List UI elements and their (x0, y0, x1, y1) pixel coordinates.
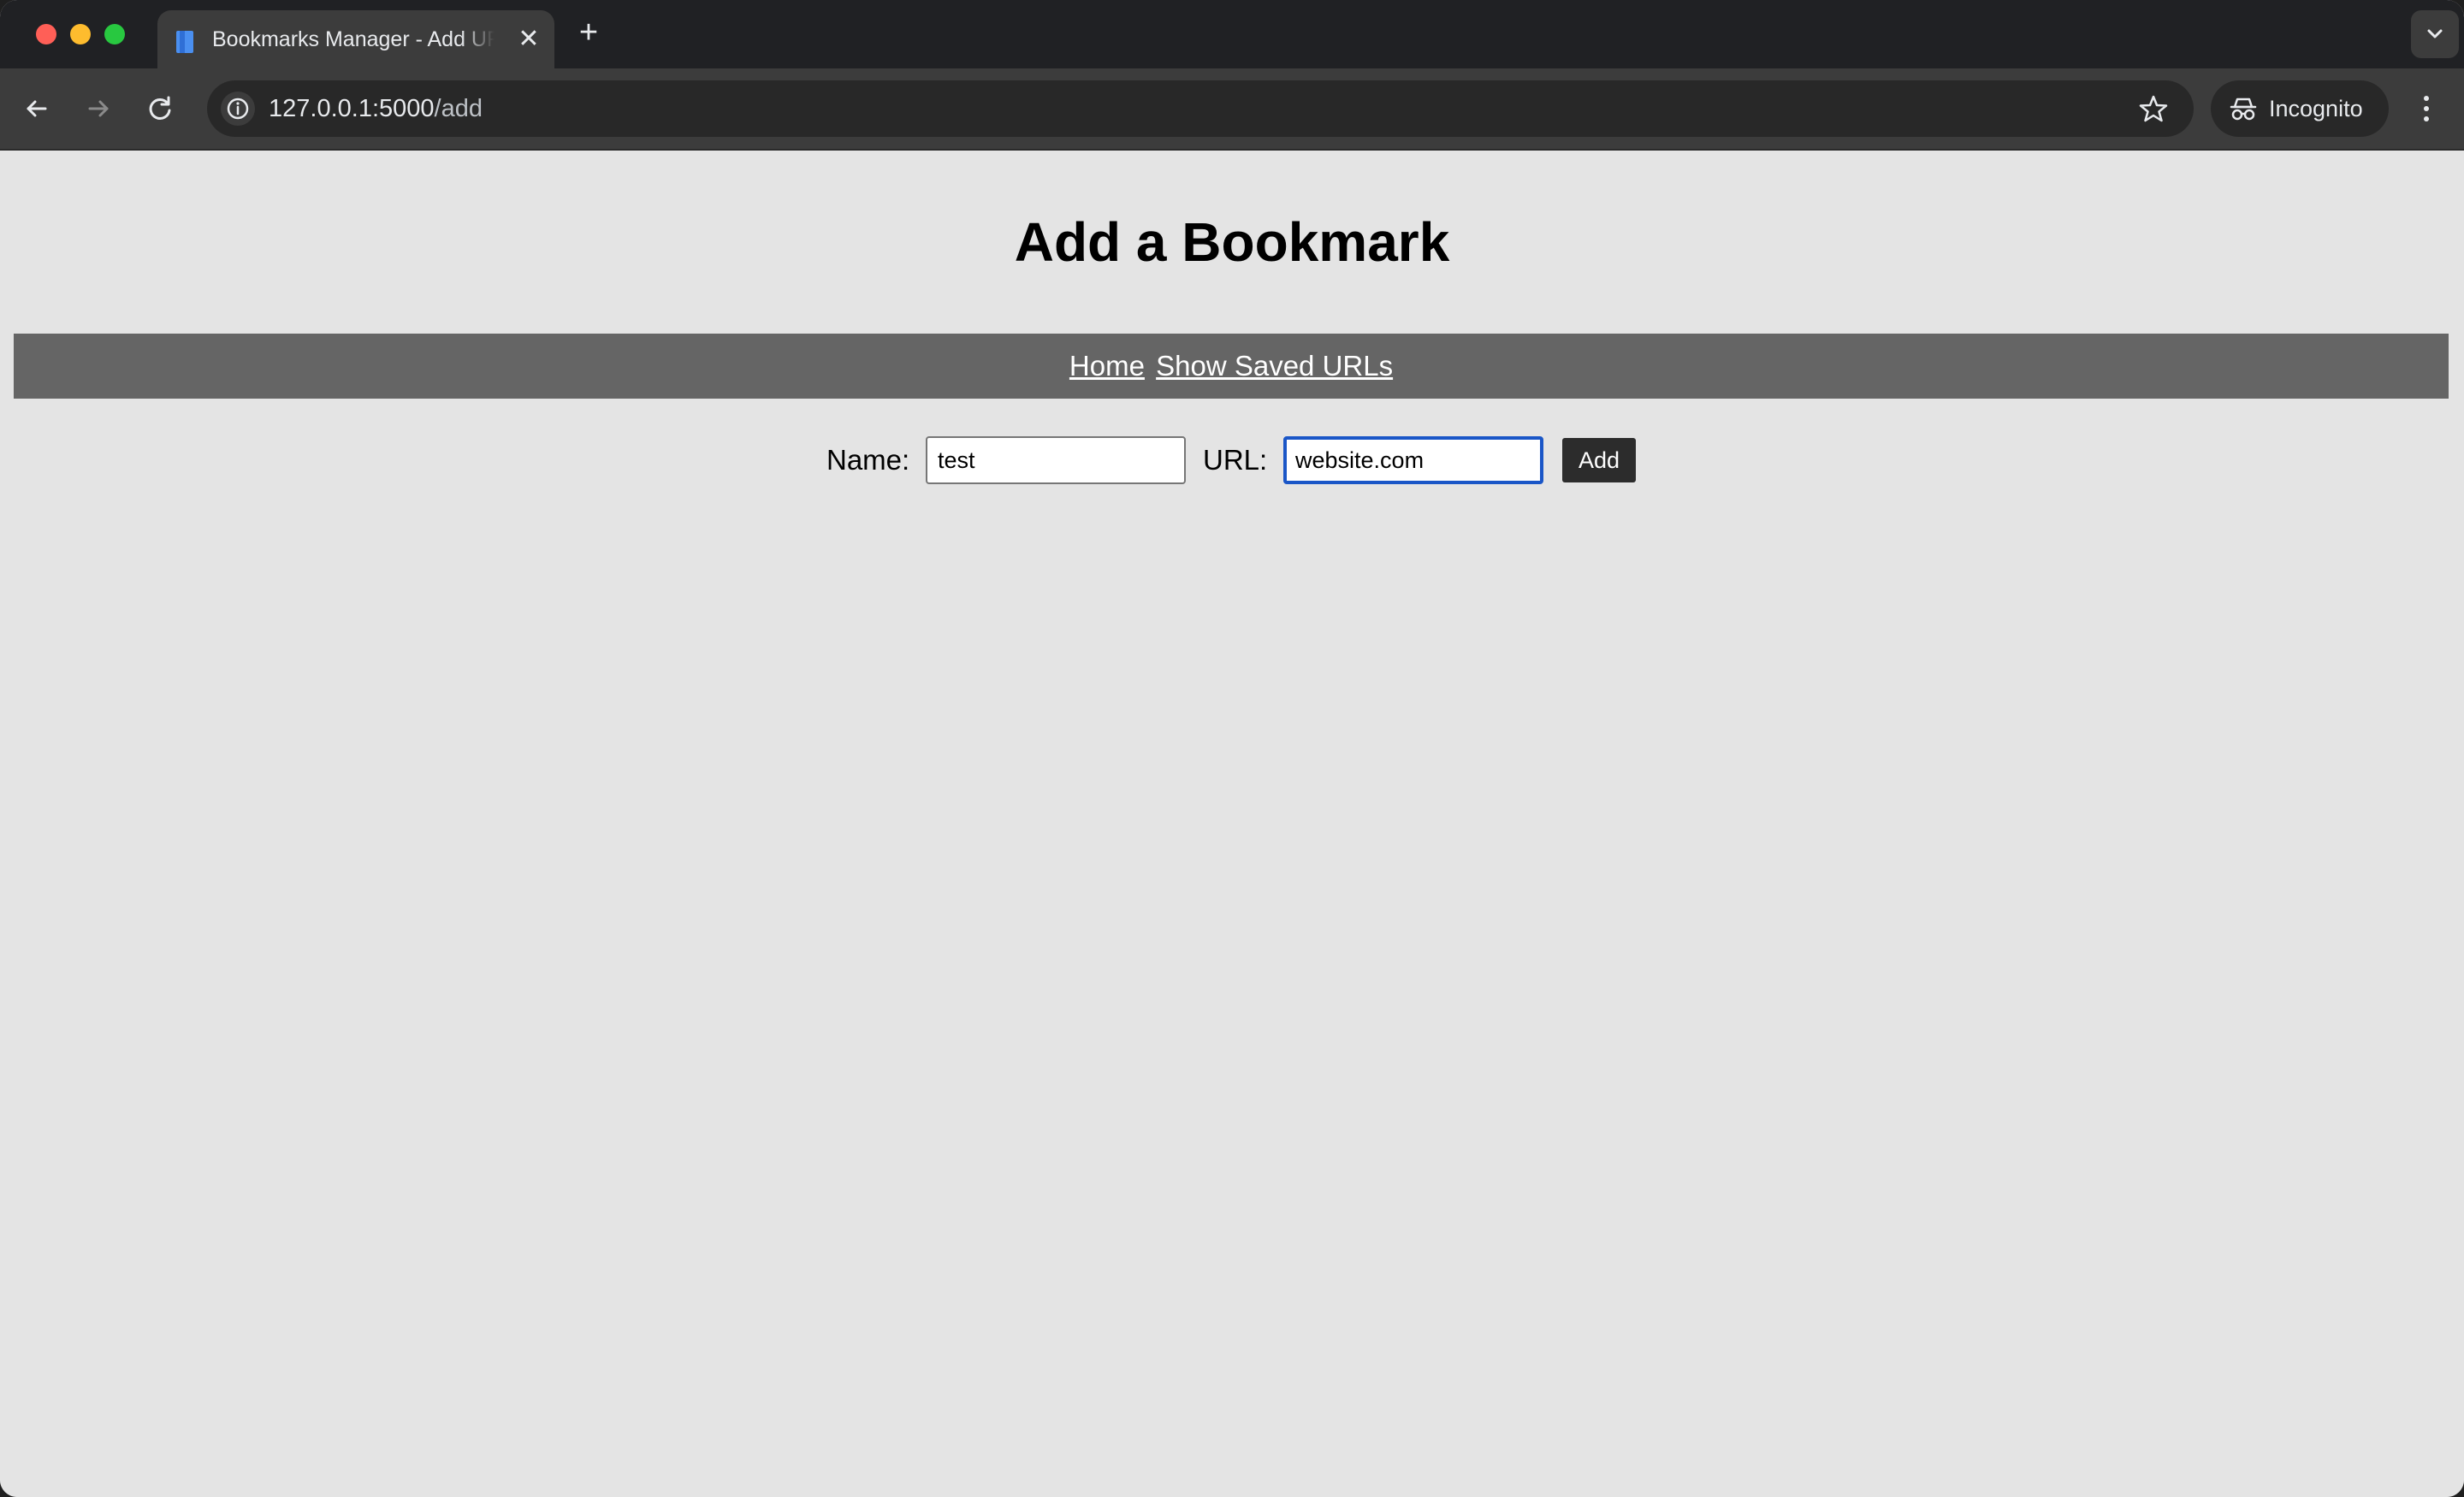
active-tab[interactable]: Bookmarks Manager - Add URL ✕ (157, 10, 554, 68)
url-input[interactable] (1283, 436, 1543, 484)
maximize-window-button[interactable] (104, 24, 125, 44)
bookmark-favicon-icon (176, 31, 193, 53)
incognito-label: Incognito (2269, 96, 2363, 121)
minimize-window-button[interactable] (70, 24, 91, 44)
nav-saved-urls-link[interactable]: Show Saved URLs (1156, 350, 1393, 382)
close-window-button[interactable] (36, 24, 56, 44)
new-tab-button[interactable]: + (572, 15, 606, 50)
arrow-right-icon (88, 100, 109, 117)
forward-button[interactable] (79, 89, 118, 128)
site-navbar: Home Show Saved URLs (14, 334, 2449, 399)
address-url[interactable]: 127.0.0.1:5000/add (269, 80, 483, 137)
name-input[interactable] (926, 436, 1186, 484)
page-title: Add a Bookmark (1014, 211, 1450, 273)
back-button[interactable] (17, 89, 56, 128)
page-content: Add a Bookmark Home Show Saved URLs Name… (0, 151, 2464, 1497)
browser-menu-button[interactable] (2409, 87, 2443, 130)
kebab-menu-icon (2424, 96, 2429, 121)
url-path: /add (434, 95, 483, 122)
incognito-profile-button[interactable]: Incognito (2211, 80, 2389, 137)
add-bookmark-form: Name: URL: Add (0, 435, 2464, 486)
site-info-icon[interactable] (221, 92, 255, 126)
bookmark-star-icon[interactable] (2137, 92, 2170, 125)
tab-title: Bookmarks Manager - Add URL (212, 27, 495, 51)
reload-icon (149, 96, 171, 120)
reload-button[interactable] (140, 89, 180, 128)
incognito-icon (2230, 95, 2257, 122)
url-label: URL: (1203, 444, 1268, 476)
browser-toolbar: 127.0.0.1:5000/add Incognito (0, 68, 2464, 151)
name-label: Name: (826, 444, 910, 476)
tab-close-icon[interactable]: ✕ (517, 27, 541, 52)
tab-search-button[interactable] (2411, 10, 2459, 58)
url-host: 127.0.0.1:5000 (269, 95, 435, 122)
address-bar[interactable]: 127.0.0.1:5000/add (207, 80, 2194, 137)
arrow-left-icon (27, 100, 47, 117)
nav-home-link[interactable]: Home (1069, 350, 1145, 382)
chevron-down-icon (2427, 29, 2443, 38)
browser-window: Bookmarks Manager - Add URL ✕ + 127.0.0.… (0, 0, 2464, 1497)
tab-strip: Bookmarks Manager - Add URL ✕ + (0, 0, 2464, 68)
add-button[interactable]: Add (1562, 438, 1636, 482)
